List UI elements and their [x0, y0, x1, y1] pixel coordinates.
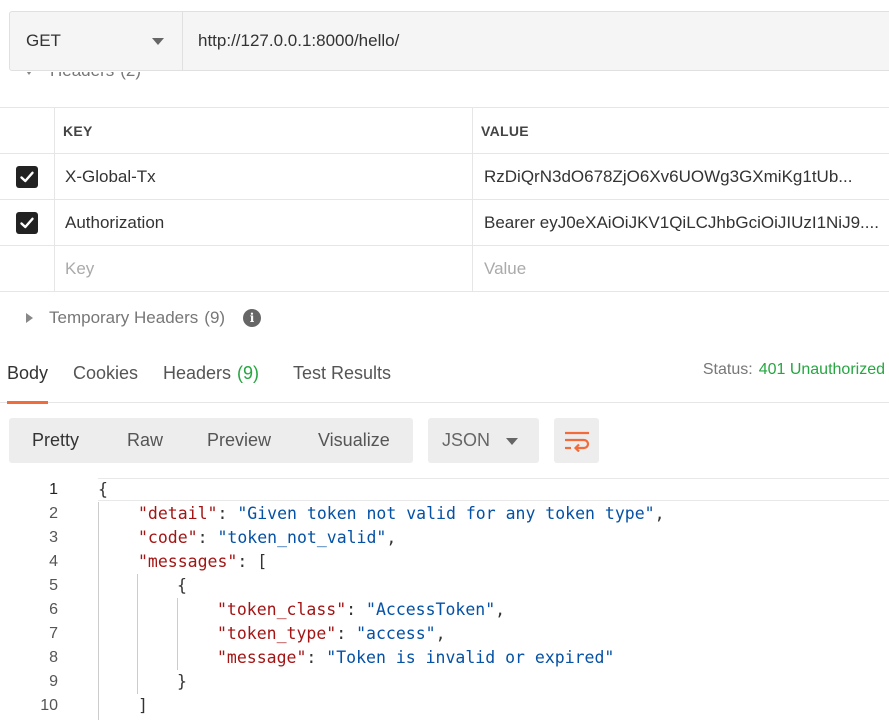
temporary-headers-toggle[interactable]: Temporary Headers (9) i [0, 293, 889, 343]
headers-table: KEY VALUE X-Global-Tx RzDiQrN3dO678ZjO6X… [0, 108, 889, 292]
json-string: "token_not_valid" [217, 528, 387, 547]
code-line: } [177, 670, 187, 694]
table-row-new: Key Value [0, 246, 889, 292]
wrap-lines-button[interactable] [554, 418, 599, 463]
tab-cookies[interactable]: Cookies [73, 343, 138, 403]
method-select[interactable]: GET [10, 12, 183, 70]
status-label: Status: [702, 361, 753, 378]
json-key: "code" [138, 528, 198, 547]
line-number: 1 [49, 481, 58, 498]
tab-headers-count: (9) [237, 362, 260, 383]
headers-section-header[interactable]: Headers (2) [0, 72, 889, 108]
url-text: http://127.0.0.1:8000/hello/ [198, 31, 400, 50]
code-line: ] [138, 694, 148, 718]
info-icon[interactable]: i [243, 309, 262, 327]
json-string: "AccessToken" [366, 600, 496, 619]
line-number: 8 [49, 649, 58, 666]
tab-cookies-label: Cookies [73, 362, 139, 383]
json-punct: } [177, 672, 187, 691]
checkmark-icon [20, 217, 34, 228]
new-key-input[interactable]: Key [55, 246, 473, 291]
table-row: Authorization Bearer eyJ0eXAiOiJKV1QiLCJ… [0, 200, 889, 246]
temporary-headers-count: (9) [204, 308, 226, 327]
json-punct: [ [257, 552, 268, 571]
json-string: "Token is invalid or expired" [326, 648, 615, 667]
json-key: "token_type" [217, 624, 337, 643]
tab-test-results-label: Test Results [293, 362, 392, 383]
expand-triangle-icon [26, 313, 33, 323]
line-number: 2 [49, 505, 58, 522]
tab-body-label: Body [7, 362, 49, 383]
temporary-headers-label: Temporary Headers [49, 308, 199, 327]
chevron-down-icon [506, 438, 518, 445]
status-value: 401 Unauthorized [758, 361, 885, 378]
response-tabs: Body Cookies Headers (9) Test Results St… [0, 343, 889, 404]
new-value-input[interactable]: Value [473, 246, 889, 291]
json-key: "detail" [138, 504, 218, 523]
url-input[interactable]: http://127.0.0.1:8000/hello/ [183, 12, 889, 70]
key-column-header: KEY [55, 108, 473, 153]
header-enabled-checkbox[interactable] [16, 165, 38, 188]
json-key: "messages" [138, 552, 238, 571]
pretty-button[interactable]: Pretty [32, 418, 79, 463]
tab-headers[interactable]: Headers (9) [163, 343, 259, 403]
code-line: "messages": [ [138, 552, 268, 571]
method-label: GET [26, 31, 61, 50]
collapse-triangle-icon [24, 72, 34, 75]
header-key-cell[interactable]: Authorization [55, 200, 473, 245]
visualize-button[interactable]: Visualize [318, 418, 390, 463]
line-number: 5 [49, 577, 58, 594]
json-punct: { [177, 576, 187, 595]
checkmark-icon [20, 171, 34, 182]
indent-guide [177, 598, 178, 670]
headers-table-header: KEY VALUE [0, 108, 889, 154]
header-value-cell[interactable]: RzDiQrN3dO678ZjO6Xv6UOWg3GXmiKg1tUb... [473, 154, 889, 199]
code-line: "token_type": "access", [217, 624, 446, 643]
json-key: "message" [217, 648, 307, 667]
body-view-toolbar: Pretty Raw Preview Visualize [9, 418, 413, 463]
line-number: 6 [49, 601, 58, 618]
preview-button[interactable]: Preview [207, 418, 271, 463]
raw-button[interactable]: Raw [127, 418, 163, 463]
code-line: "code": "token_not_valid", [138, 528, 397, 547]
line-number: 3 [49, 529, 58, 546]
current-line-highlight [98, 478, 889, 501]
code-line: "message": "Token is invalid or expired" [217, 648, 615, 667]
tab-body[interactable]: Body [7, 343, 49, 404]
value-column-header: VALUE [481, 122, 529, 139]
json-key: "token_class" [217, 600, 347, 619]
json-punct: ] [138, 696, 148, 715]
code-line: { [98, 478, 108, 502]
line-number: 4 [49, 553, 58, 570]
response-body-editor[interactable]: 1 2 3 4 5 6 7 8 9 10 { "detail": "Given … [0, 478, 889, 720]
json-punct: { [98, 480, 108, 499]
wrap-lines-icon [564, 431, 589, 452]
indent-guide [98, 502, 99, 720]
line-number: 10 [40, 697, 58, 714]
header-key-cell[interactable]: X-Global-Tx [55, 154, 473, 199]
headers-section-count: (2) [120, 72, 141, 81]
status-badge[interactable]: Status: 401 Unauthorized [703, 361, 885, 379]
headers-section-title: Headers [50, 72, 114, 81]
format-select-value: JSON [442, 430, 491, 450]
format-select[interactable]: JSON [428, 418, 539, 463]
tab-headers-label: Headers [163, 362, 232, 383]
code-line: "detail": "Given token not valid for any… [138, 504, 665, 523]
table-row: X-Global-Tx RzDiQrN3dO678ZjO6Xv6UOWg3GXm… [0, 154, 889, 200]
header-enabled-checkbox[interactable] [16, 211, 38, 234]
line-number: 7 [49, 625, 58, 642]
code-line: { [177, 574, 187, 598]
header-value-cell[interactable]: Bearer eyJ0eXAiOiJKV1QiLCJhbGciOiJIUzI1N… [473, 200, 889, 245]
indent-guide [137, 574, 138, 694]
line-number: 9 [49, 673, 58, 690]
request-bar: GET http://127.0.0.1:8000/hello/ [9, 11, 889, 71]
json-string: "Given token not valid for any token typ… [237, 504, 655, 523]
tab-test-results[interactable]: Test Results [293, 343, 391, 403]
json-string: "access" [356, 624, 436, 643]
code-line: "token_class": "AccessToken", [217, 600, 506, 619]
chevron-down-icon [152, 38, 164, 45]
